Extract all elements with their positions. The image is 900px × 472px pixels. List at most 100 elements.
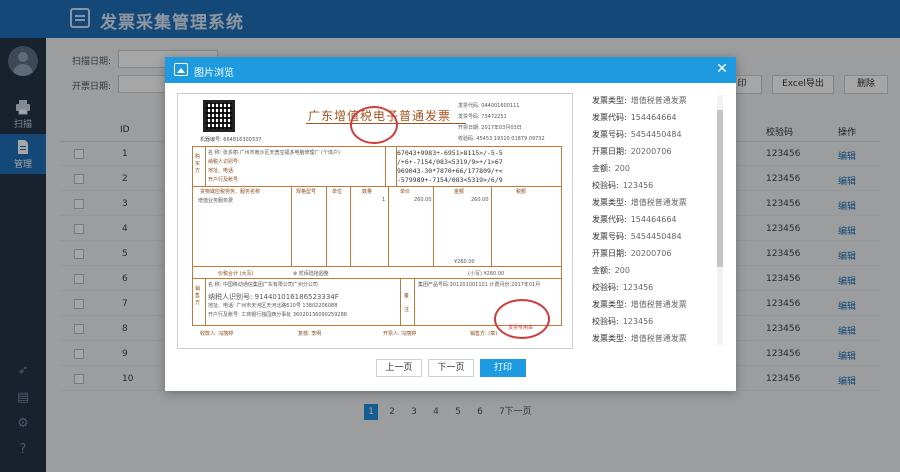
info-row: 发票类型: 增值税普通发票 xyxy=(592,333,717,345)
seller-name: 名 称: 中国移动通信集团广东有限公司广州分公司 xyxy=(208,282,318,288)
sum-small: (小写) ¥260.00 xyxy=(468,271,505,277)
info-row: 校验码: 123456 xyxy=(592,316,717,330)
amount-header: 金额 xyxy=(454,189,465,195)
info-key: 金额: xyxy=(592,266,611,275)
grid-line xyxy=(414,278,415,326)
grid-line xyxy=(192,266,562,267)
info-value: 123456 xyxy=(622,283,654,292)
info-row: 开票日期: 20200706 xyxy=(592,146,717,160)
grid-line xyxy=(205,278,206,326)
info-value: 20200706 xyxy=(630,147,672,156)
info-key: 开票日期: xyxy=(592,147,627,156)
info-key: 发票类型: xyxy=(592,334,627,343)
dialog-title: 图片浏览 xyxy=(194,68,234,79)
buyer-bank-label: 开户行及账号: xyxy=(208,177,240,183)
info-row: 发票类型: 增值税普通发票 xyxy=(592,197,717,211)
grid-line xyxy=(433,186,434,266)
spec-header: 规格型号 xyxy=(296,189,317,195)
info-key: 金额: xyxy=(592,164,611,173)
info-key: 发票号码: xyxy=(592,130,627,139)
info-row: 发票号码: 5454450484 xyxy=(592,129,717,143)
info-value: 20200706 xyxy=(630,249,672,258)
invoice-date: 开票日期: 2017年03月03日 xyxy=(458,125,522,131)
info-value: 增值税普通发票 xyxy=(630,198,687,207)
dialog-header: 图片浏览 ✕ xyxy=(165,57,736,83)
info-value: 增值税普通发票 xyxy=(630,96,687,105)
grid-line xyxy=(192,278,562,279)
info-value: 154464664 xyxy=(630,215,677,224)
grid-line xyxy=(291,186,292,266)
note-text: 集团产品号码:301201001101 计费月份:2017年01月 xyxy=(418,282,541,288)
item-header: 货物或应税劳务、服务名称 xyxy=(200,189,261,195)
next-page-button[interactable]: 下一页 xyxy=(428,359,474,377)
info-key: 发票代码: xyxy=(592,215,627,224)
item-amount: 260.00 xyxy=(471,197,489,203)
reviewer: 复核: 李明 xyxy=(298,331,322,337)
payee: 收款人: 冯丽婷 xyxy=(200,331,234,337)
info-key: 校验码: xyxy=(592,317,619,326)
seller-addr: 地址、电话: 广州市天河区天河北路610号 13802206088 xyxy=(208,303,338,309)
close-icon[interactable]: ✕ xyxy=(715,62,729,76)
info-value: 增值税普通发票 xyxy=(630,300,687,309)
info-value: 5454450484 xyxy=(630,232,682,241)
grid-line xyxy=(326,186,327,266)
info-row: 发票类型: 增值税普通发票 xyxy=(592,299,717,313)
grid-line xyxy=(385,146,386,186)
unit-header: 单位 xyxy=(332,189,343,195)
info-value: 200 xyxy=(614,164,630,173)
item-name: 增值业务服务费 xyxy=(198,198,234,204)
item-price: 260.00 xyxy=(414,197,432,203)
info-key: 校验码: xyxy=(592,181,619,190)
info-key: 发票号码: xyxy=(592,232,627,241)
invoice-check-code: 校验码: 45453 19310 01879 09732 xyxy=(458,136,545,142)
info-value: 5454450484 xyxy=(630,130,682,139)
info-row: 金额: 200 xyxy=(592,163,717,177)
info-row: 发票代码: 154464664 xyxy=(592,214,717,228)
info-row: 发票代码: 154464664 xyxy=(592,112,717,126)
info-key: 开票日期: xyxy=(592,249,627,258)
invoice-code: 发票代码: 044001600111 xyxy=(458,103,520,109)
info-key: 校验码: xyxy=(592,283,619,292)
print-button[interactable]: 打印 xyxy=(480,359,526,377)
seller-sign: 销售方: (章) xyxy=(470,331,498,337)
invoice-image: 机器编号: 664816300337 广东增值税电子普通发票 发票代码: 044… xyxy=(177,93,573,349)
buyer-addr-label: 地址、电话: xyxy=(208,168,235,174)
info-row: 开票日期: 20200706 xyxy=(592,248,717,262)
buyer-side-label: 购买方 xyxy=(195,154,201,174)
note-label: 备 注 xyxy=(404,293,410,313)
invoice-number: 发票号码: 73472251 xyxy=(458,114,507,120)
cipher-text: 67043+9983+-6951>8115>/-5-5 /+6+-7154/08… xyxy=(397,149,503,184)
info-value: 增值税普通发票 xyxy=(630,334,687,343)
grid-line xyxy=(350,186,351,266)
qr-code-icon xyxy=(203,100,235,132)
info-value: 200 xyxy=(614,266,630,275)
info-value: 123456 xyxy=(622,317,654,326)
info-value: 123456 xyxy=(622,181,654,190)
seal-text: 发票专用章 xyxy=(508,325,534,331)
seller-side-label: 销售方 xyxy=(195,286,201,306)
info-scroll-thumb[interactable] xyxy=(717,110,723,267)
prev-page-button[interactable]: 上一页 xyxy=(376,359,422,377)
machine-number: 机器编号: 664816300337 xyxy=(200,137,262,143)
tax-seal xyxy=(350,106,398,144)
grid-line xyxy=(192,186,562,187)
info-row: 校验码: 123456 xyxy=(592,282,717,296)
grid-line xyxy=(388,186,389,266)
info-key: 发票类型: xyxy=(592,198,627,207)
image-preview-dialog: 图片浏览 ✕ 机器编号: 664816300337 广东增值税电子普通发票 发票… xyxy=(165,57,736,391)
buyer-name: 名 称: 张多丽·广州市南沙区天宽宝福多电脑修理厂 (个体户) xyxy=(208,150,340,156)
info-row: 发票类型: 增值税普通发票 xyxy=(592,95,717,109)
invoice-info-list: 发票类型: 增值税普通发票 发票代码: 154464664 发票号码: 5454450… xyxy=(592,95,720,345)
info-key: 发票类型: xyxy=(592,96,627,105)
tax-header: 税额 xyxy=(516,189,527,195)
price-header: 单价 xyxy=(400,189,411,195)
qty-header: 数量 xyxy=(362,189,373,195)
total-amount: ¥260.00 xyxy=(454,259,475,265)
info-key: 发票类型: xyxy=(592,300,627,309)
item-qty: 1 xyxy=(382,197,386,203)
seller-bank: 开户行及账号: 工商银行独园西分事处 36020136090259288 xyxy=(208,312,347,318)
info-row: 发票号码: 5454450484 xyxy=(592,231,717,245)
drawer: 开票人: 冯丽婷 xyxy=(383,331,417,337)
seller-tax: 纳税人识别号: 914401016186523334F xyxy=(208,293,339,301)
info-row: 金额: 200 xyxy=(592,265,717,279)
